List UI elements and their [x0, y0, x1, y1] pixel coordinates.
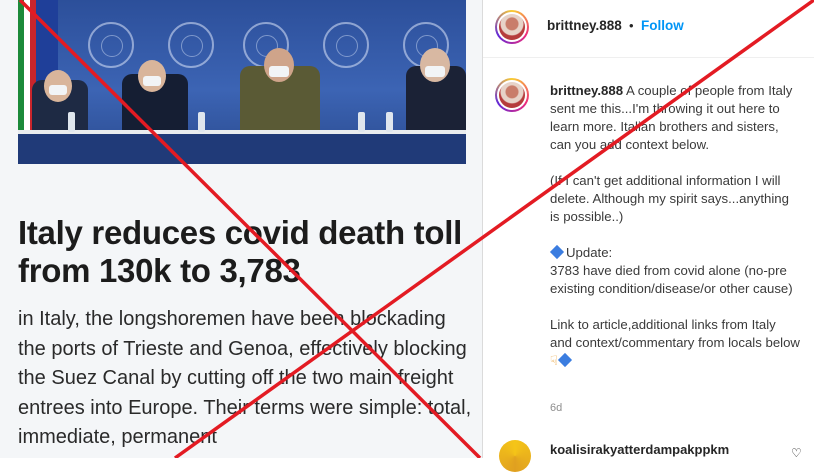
- caption-timestamp[interactable]: 6d: [550, 402, 562, 414]
- post-caption: brittney.888 A couple of people from Ita…: [549, 82, 800, 370]
- blue-diamond-icon: [549, 244, 565, 260]
- article-headline: Italy reduces covid death toll from 130k…: [18, 214, 462, 289]
- caption-text-2: (If I can't get additional information I…: [550, 173, 789, 224]
- pointing-down-icon: ☟: [550, 353, 558, 368]
- emblem-icon: [168, 22, 214, 68]
- comment-username[interactable]: koalisirakyatterdampakppkm: [550, 442, 729, 457]
- avatar-image: [499, 14, 525, 40]
- water-bottle: [68, 112, 75, 132]
- press-conference-photo: [18, 0, 466, 164]
- face-mask: [49, 85, 67, 95]
- avatar-border: [497, 12, 527, 42]
- caption-username[interactable]: brittney.888: [550, 83, 623, 98]
- post-author-username[interactable]: brittney.888: [547, 18, 622, 33]
- article-card: Italy reduces covid death toll from 130k…: [0, 0, 482, 458]
- follow-button[interactable]: Follow: [641, 18, 684, 33]
- blue-diamond-icon: [557, 352, 572, 368]
- avatar-image: [499, 82, 525, 108]
- emblem-icon: [323, 22, 369, 68]
- caption-update-label: Update:: [566, 245, 613, 260]
- caption-text-4: Link to article,additional links from It…: [550, 317, 800, 350]
- post-header: brittney.888 • Follow: [483, 0, 814, 58]
- post-sidebar: brittney.888 • Follow brittney.888 A cou…: [482, 0, 814, 472]
- face-mask: [269, 66, 289, 77]
- article-body: in Italy, the longshoremen have been blo…: [18, 308, 472, 448]
- separator-dot: •: [629, 18, 634, 33]
- avatar[interactable]: [495, 10, 529, 44]
- caption-avatar[interactable]: [495, 78, 529, 112]
- press-desk: [18, 134, 466, 164]
- face-mask: [143, 76, 161, 86]
- water-bottle: [198, 112, 205, 132]
- caption-text-3: 3783 have died from covid alone (no-pre …: [550, 263, 793, 296]
- water-bottle: [358, 112, 365, 132]
- comment-avatar[interactable]: [499, 440, 531, 472]
- water-bottle: [386, 112, 393, 132]
- post-media[interactable]: Italy reduces covid death toll from 130k…: [0, 0, 482, 458]
- emblem-icon: [88, 22, 134, 68]
- avatar-border: [497, 80, 527, 110]
- face-mask: [425, 66, 445, 77]
